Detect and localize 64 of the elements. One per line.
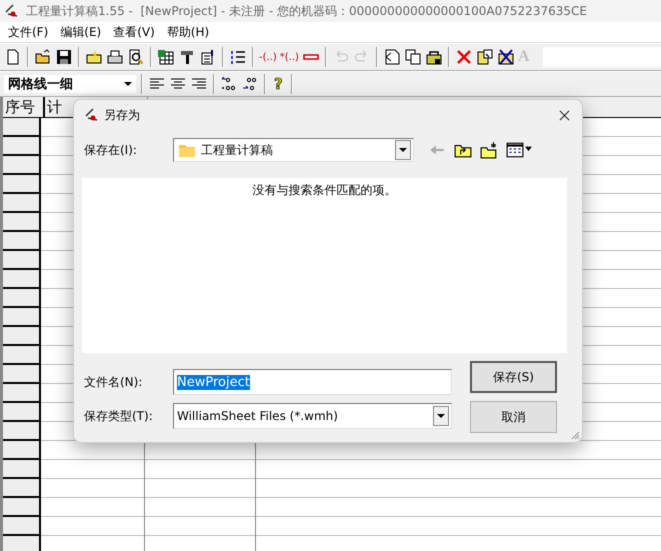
formula-button[interactable]: *(..) — [280, 52, 299, 62]
row-header — [3, 479, 41, 498]
menu-item[interactable]: 编辑(E) — [56, 24, 106, 40]
row-header — [3, 327, 41, 346]
folder-icon — [179, 143, 195, 157]
formula-button[interactable]: -(..) — [259, 52, 277, 62]
field-label: 保存类型(T): — [83, 408, 154, 424]
field-label: 保存在(I): — [83, 142, 138, 158]
row-header — [3, 213, 41, 232]
clear-icon[interactable] — [496, 48, 515, 66]
paste-icon[interactable] — [476, 48, 494, 66]
file-list[interactable]: 没有与搜索条件匹配的项。 — [82, 178, 567, 353]
field-label: 文件名(N): — [83, 374, 144, 390]
new-folder-icon[interactable] — [480, 141, 498, 159]
resize-grip-icon[interactable] — [570, 430, 580, 440]
row-header — [3, 403, 41, 422]
dropdown-arrow-icon[interactable] — [399, 148, 407, 152]
row-header — [3, 308, 41, 327]
row-header — [3, 460, 41, 479]
row-header — [3, 175, 41, 194]
row-header — [3, 232, 41, 251]
file-type-dropdown[interactable]: WilliamSheet Files (*.wmh) — [173, 403, 452, 429]
numbered-list-icon[interactable] — [229, 48, 247, 66]
magnifier-page-icon[interactable] — [127, 48, 145, 66]
dropdown-arrow-icon[interactable] — [437, 414, 445, 418]
menu-item[interactable]: 文件(F) — [4, 24, 52, 40]
row-header — [3, 156, 41, 175]
menu-item[interactable]: 帮助(H) — [162, 24, 214, 40]
file-name-field[interactable]: NewProject — [173, 369, 452, 395]
increase-decimal-icon[interactable] — [220, 75, 238, 93]
app-icon — [84, 107, 100, 123]
copy-icon[interactable] — [404, 48, 422, 66]
empty-message: 没有与搜索条件匹配的项。 — [252, 182, 396, 198]
app-icon — [4, 3, 20, 19]
row-header — [3, 194, 41, 213]
save-in-dropdown[interactable]: 工程量计算稿 — [173, 138, 414, 162]
bracket-page-icon[interactable] — [382, 48, 401, 66]
row-header — [3, 536, 41, 551]
row-header — [3, 346, 41, 365]
row-header — [3, 270, 41, 289]
close-icon[interactable] — [559, 110, 570, 120]
spreadsheet-icon[interactable] — [157, 48, 175, 66]
folder-star-icon[interactable] — [85, 48, 103, 66]
cancel-button[interactable]: 取消 — [470, 401, 557, 433]
selected-text: NewProject — [177, 374, 250, 390]
menu-item[interactable]: 查看(V) — [109, 24, 159, 40]
row-header — [3, 517, 41, 536]
row-header — [3, 384, 41, 403]
row-header — [3, 289, 41, 308]
row-header — [3, 365, 41, 384]
save-button[interactable]: 保存(S) — [470, 361, 557, 393]
window-title: 工程量计算稿1.55 - [NewProject] - 未注册 - 您的机器码：000000000000000100A0752237635CE — [26, 2, 587, 20]
decrease-decimal-icon[interactable] — [241, 75, 259, 93]
row-header — [3, 251, 41, 270]
line-style-dropdown[interactable]: 网格线一细 — [4, 75, 136, 93]
row-header — [3, 498, 41, 517]
view-menu-icon[interactable] — [506, 141, 533, 159]
printer-icon[interactable] — [106, 48, 124, 66]
row-header — [3, 441, 41, 460]
folder-icon[interactable] — [34, 48, 52, 66]
delete-icon[interactable] — [454, 48, 473, 66]
dropdown-arrow-icon[interactable] — [124, 82, 132, 86]
row-header — [3, 137, 41, 156]
row-header — [3, 422, 41, 441]
